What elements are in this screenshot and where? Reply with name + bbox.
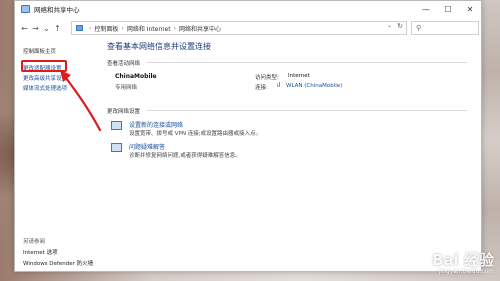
close-button[interactable]: ✕ — [459, 1, 481, 17]
wifi-icon: ıl — [277, 82, 281, 89]
sidebar-item-internet-options[interactable]: Internet 选项 — [23, 248, 58, 256]
refresh-button[interactable]: ↻ — [397, 22, 403, 30]
troubleshoot-icon — [111, 143, 122, 152]
network-setup-icon — [111, 121, 122, 130]
breadcrumb-item[interactable]: 网络和 Internet — [127, 24, 171, 33]
maximize-button[interactable]: ☐ — [437, 1, 459, 17]
main-content: 查看基本网络信息并设置连接 查看活动网络 ChinaMobile 专用网络 访问… — [105, 37, 481, 271]
connection-label: 连接: — [255, 85, 268, 91]
watermark-text: Bai 经验 — [432, 251, 494, 269]
highlight-annotation — [21, 60, 67, 72]
network-center-icon — [21, 5, 30, 13]
network-name: ChinaMobile — [115, 73, 157, 80]
window-controls: — ☐ ✕ — [415, 1, 481, 17]
connection-link[interactable]: WLAN (ChinaMobile) — [286, 83, 342, 89]
setup-connection-link[interactable]: 设置新的连接或网络 — [129, 120, 183, 129]
page-title: 查看基本网络信息并设置连接 — [107, 42, 211, 51]
sidebar-item-home[interactable]: 控制面板主页 — [23, 47, 56, 55]
up-button[interactable]: ↑ — [52, 24, 63, 33]
watermark-url: jingyan.baidu.com — [438, 268, 494, 275]
watermark-logo: Bai 经验 jingyan.baidu.com — [432, 249, 494, 275]
chevron-right-icon: › — [89, 24, 92, 32]
see-also-heading: 另请参阅 — [23, 239, 46, 245]
access-type-value: Internet — [288, 73, 310, 79]
setup-connection-desc: 设置宽带、拨号或 VPN 连接;或设置路由器或接入点。 — [129, 131, 262, 137]
control-panel-window: 网络和共享中心 — ☐ ✕ ← → ⌄ ↑ › 控制面板 › 网络和 Inter… — [14, 0, 482, 272]
network-type[interactable]: 专用网络 — [115, 83, 137, 91]
active-networks-heading: 查看活动网络 — [107, 61, 141, 67]
control-panel-icon — [76, 25, 83, 31]
troubleshoot-desc: 诊断并修复网络问题,或者获得疑难解答信息。 — [129, 153, 241, 159]
sidebar-item-firewall[interactable]: Windows Defender 防火墙 — [23, 259, 93, 267]
address-bar: ← → ⌄ ↑ › 控制面板 › 网络和 Internet › 网络和共享中心 … — [15, 20, 481, 36]
sidebar-item-advanced-sharing[interactable]: 更改高级共享设置 — [23, 74, 67, 82]
breadcrumb-item[interactable]: 网络和共享中心 — [179, 24, 221, 33]
chevron-right-icon: › — [121, 24, 124, 32]
minimize-button[interactable]: — — [415, 1, 437, 17]
back-button[interactable]: ← — [19, 24, 30, 33]
breadcrumb[interactable]: › 控制面板 › 网络和 Internet › 网络和共享中心 ⌄ ↻ — [71, 21, 407, 35]
breadcrumb-item[interactable]: 控制面板 — [94, 24, 118, 33]
forward-button[interactable]: → — [30, 24, 41, 33]
chevron-right-icon: › — [173, 24, 176, 32]
troubleshoot-link[interactable]: 问题疑难解答 — [129, 142, 165, 151]
recent-locations-button[interactable]: ⌄ — [41, 24, 52, 33]
sidebar: 控制面板主页 更改适配器设置 更改高级共享设置 媒体流式处理选项 另请参阅 In… — [15, 37, 97, 271]
section-divider — [147, 62, 467, 63]
sidebar-item-media-streaming[interactable]: 媒体流式处理选项 — [23, 84, 67, 92]
address-dropdown-button[interactable]: ⌄ — [387, 22, 392, 29]
access-type-label: 访问类型: — [255, 75, 279, 81]
section-divider — [147, 110, 467, 111]
search-icon: ⚲ — [416, 24, 422, 32]
title-bar: 网络和共享中心 — ☐ ✕ — [15, 1, 481, 17]
change-settings-heading: 更改网络设置 — [107, 109, 141, 115]
search-input[interactable]: ⚲ — [411, 21, 479, 35]
window-title: 网络和共享中心 — [34, 6, 80, 14]
